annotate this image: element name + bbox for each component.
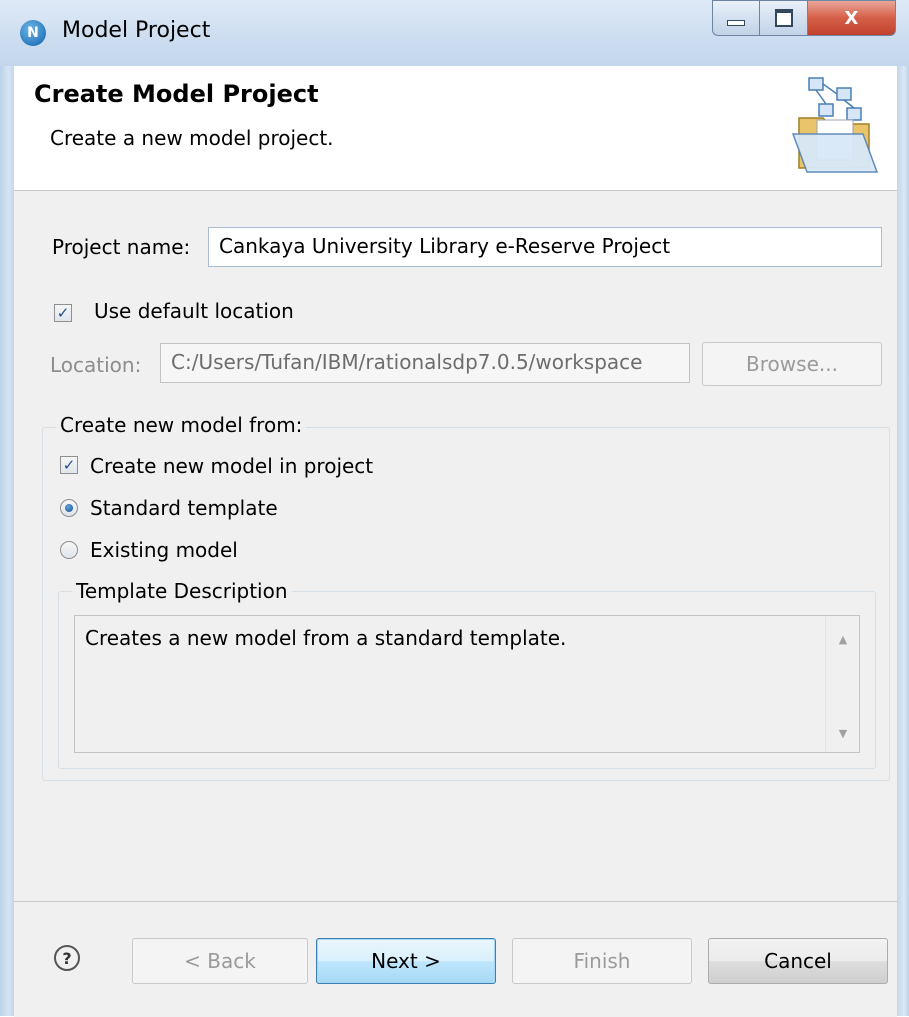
window-title: Model Project <box>62 18 211 43</box>
existing-model-label: Existing model <box>90 538 238 562</box>
location-label: Location: <box>50 353 142 377</box>
close-button[interactable]: X <box>808 0 896 36</box>
existing-model-radio[interactable] <box>60 541 78 559</box>
title-bar[interactable]: N Model Project X <box>0 0 909 66</box>
wizard-header: Create Model Project Create a new model … <box>14 66 897 191</box>
project-name-label: Project name: <box>52 235 191 259</box>
minimize-icon <box>727 20 745 26</box>
description-scrollbar[interactable]: ▲ ▼ <box>825 616 859 752</box>
help-glyph: ? <box>62 948 72 968</box>
standard-template-label: Standard template <box>90 496 278 520</box>
checkmark-icon: ✓ <box>56 303 70 322</box>
back-button[interactable]: < Back <box>132 938 308 984</box>
wizard-footer: ? < Back Next > Finish Cancel <box>14 901 897 1017</box>
help-icon[interactable]: ? <box>54 945 80 971</box>
window-frame-right <box>897 66 909 1016</box>
template-description-legend: Template Description <box>72 579 292 603</box>
browse-button[interactable]: Browse... <box>702 342 882 386</box>
use-default-location-checkbox[interactable]: ✓ <box>54 304 72 322</box>
template-description-text: Creates a new model from a standard temp… <box>85 626 567 650</box>
window-controls: X <box>712 0 896 40</box>
use-default-location-label: Use default location <box>94 299 294 323</box>
template-description-box[interactable]: Creates a new model from a standard temp… <box>74 615 860 753</box>
create-in-project-checkbox[interactable]: ✓ <box>60 456 78 474</box>
page-subtitle: Create a new model project. <box>50 126 334 150</box>
window-frame-left <box>0 66 14 1016</box>
wizard-content: Project name: Cankaya University Library… <box>14 191 897 901</box>
radio-selected-dot <box>65 504 73 512</box>
close-icon: X <box>844 7 859 29</box>
standard-template-radio[interactable] <box>60 499 78 517</box>
project-name-input[interactable]: Cankaya University Library e-Reserve Pro… <box>208 227 882 267</box>
next-button[interactable]: Next > <box>316 938 496 984</box>
model-project-dialog: N Model Project X Create Model Project C… <box>0 0 909 1017</box>
finish-button[interactable]: Finish <box>512 938 692 984</box>
create-model-group-legend: Create new model from: <box>56 413 307 437</box>
folder-model-icon <box>791 77 879 173</box>
minimize-button[interactable] <box>712 0 760 36</box>
cancel-button[interactable]: Cancel <box>708 938 888 984</box>
scroll-up-arrow-icon[interactable]: ▲ <box>826 624 860 654</box>
app-icon-glyph: N <box>27 25 39 41</box>
maximize-button[interactable] <box>760 0 808 36</box>
app-icon: N <box>20 20 46 46</box>
maximize-icon <box>774 9 793 27</box>
scroll-down-arrow-icon[interactable]: ▼ <box>826 718 860 748</box>
page-title: Create Model Project <box>34 80 319 108</box>
create-in-project-label: Create new model in project <box>90 454 374 478</box>
location-input[interactable]: C:/Users/Tufan/IBM/rationalsdp7.0.5/work… <box>160 343 690 383</box>
checkmark-icon: ✓ <box>62 455 76 474</box>
